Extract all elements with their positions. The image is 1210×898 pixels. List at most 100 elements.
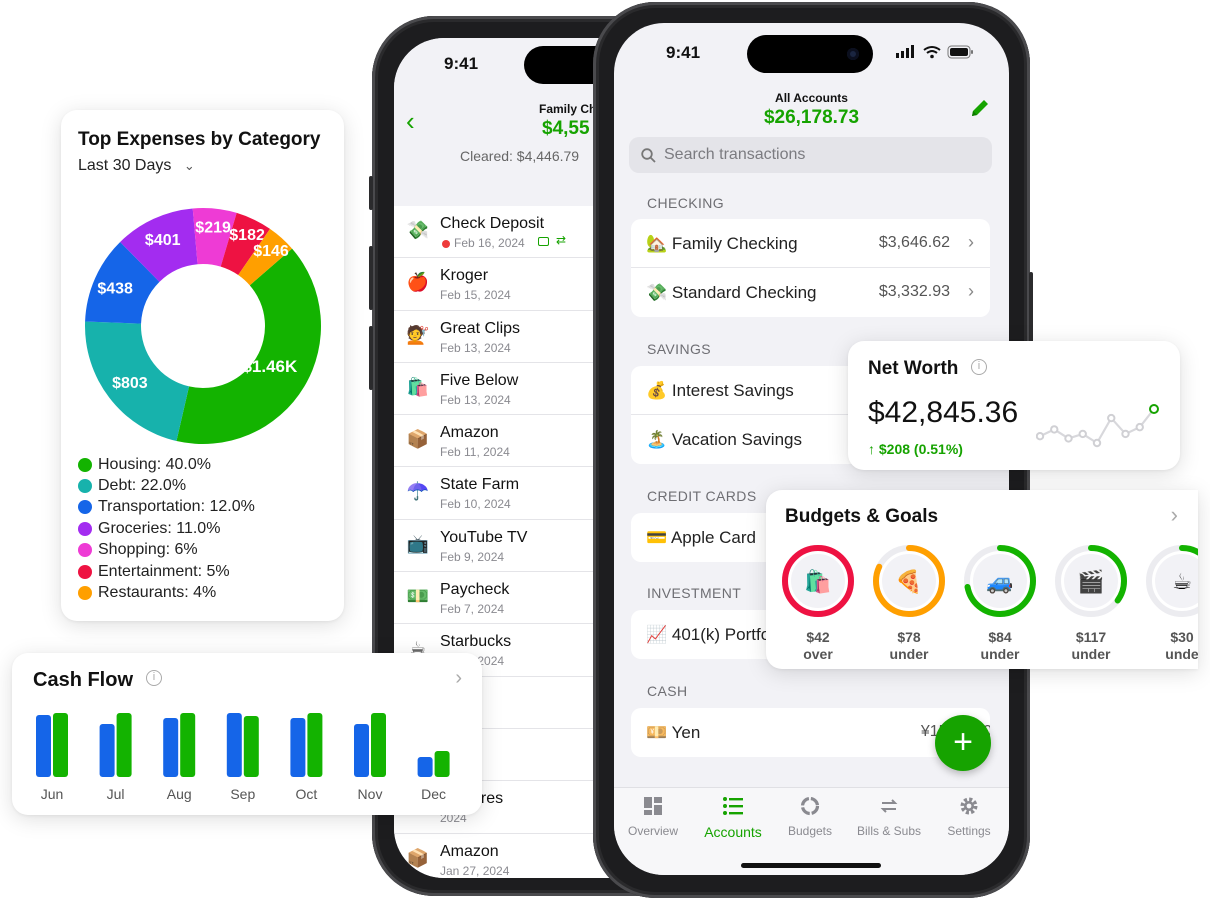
legend-dot: [78, 500, 92, 515]
cash-flow-bar-income: [163, 718, 179, 777]
budget-ring: 🛍️: [782, 545, 854, 617]
budget-item[interactable]: 🛍️ $42 over: [779, 542, 857, 663]
net-worth-sparkline: [1036, 404, 1159, 448]
legend-item: Entertainment: 5%: [78, 561, 255, 582]
dynamic-island: [747, 35, 873, 73]
tab-budgets[interactable]: Budgets: [770, 796, 850, 838]
chevron-right-icon: ›: [968, 281, 974, 301]
donut-label: $438: [97, 280, 133, 297]
transaction-name: Amazon: [440, 424, 499, 442]
month-label: Dec: [421, 786, 446, 802]
repeat-icon: [849, 796, 929, 820]
budget-item[interactable]: 🎬 $117 under: [1052, 542, 1130, 663]
info-icon[interactable]: i: [971, 359, 987, 375]
budget-ring: ☕: [1146, 545, 1198, 617]
camera-icon: [847, 48, 859, 60]
tab-accounts[interactable]: Accounts: [693, 796, 773, 840]
sparkline-point: [1078, 429, 1087, 439]
sparkline-point: [1149, 404, 1159, 414]
cash-flow-chart: Jun Jul Aug Sep Oct Nov Dec: [36, 713, 450, 802]
budget-item[interactable]: ☕ $30 unde: [1143, 542, 1198, 663]
cash-flow-bar-expense: [307, 713, 323, 777]
transaction-name: Starbucks: [440, 633, 512, 651]
cash-flow-bar-expense: [53, 713, 68, 777]
cash-flow-bar-income: [290, 718, 306, 777]
budget-item[interactable]: 🍕 $78 under: [870, 542, 948, 663]
sparkline-point: [1036, 432, 1045, 441]
legend-dot: [78, 543, 92, 558]
search-input[interactable]: Search transactions: [629, 137, 992, 173]
account-title: Family Ch: [539, 102, 597, 116]
budget-emoji-icon: ☕: [1172, 569, 1192, 594]
cash-flow-bar-income: [99, 724, 115, 777]
gear-icon: [929, 796, 1009, 820]
back-chevron-icon[interactable]: ‹: [406, 106, 415, 137]
donut-label: $219: [195, 220, 231, 237]
donut-label: $803: [112, 375, 148, 392]
cleared-balance: Cleared: $4,446.79: [460, 148, 580, 164]
budget-ring-icon: [770, 796, 850, 820]
chevron-right-icon[interactable]: ›: [1171, 502, 1178, 528]
tab-settings[interactable]: Settings: [929, 796, 1009, 838]
edit-pencil-icon[interactable]: [969, 97, 991, 124]
tab-bills-subs[interactable]: Bills & Subs: [849, 796, 929, 838]
budget-amount: $42: [806, 629, 830, 645]
cash-flow-bar-income: [226, 713, 242, 777]
volume-up-button: [369, 246, 373, 310]
overview-icon: [614, 796, 693, 820]
account-balance: $3,646.62: [878, 234, 950, 251]
legend-dot: [78, 479, 92, 494]
budget-status: under: [980, 646, 1020, 662]
legend-label: Debt: 22.0%: [98, 477, 187, 495]
legend-item: Debt: 22.0%: [78, 475, 255, 496]
net-worth-change: ↑ $208 (0.51%): [868, 441, 963, 457]
transaction-name: Check Deposit: [440, 215, 545, 232]
tab-overview[interactable]: Overview: [614, 796, 693, 838]
sparkline-point: [1135, 422, 1144, 432]
account-row[interactable]: 💸 Standard Checking $3,332.93 ›: [631, 268, 990, 317]
chevron-right-icon: ›: [968, 232, 974, 252]
add-transaction-button[interactable]: +: [935, 715, 991, 771]
legend-label: Transportation: 12.0%: [98, 498, 255, 516]
net-worth-title: Net Worth: [868, 358, 959, 379]
legend-label: Shopping: 6%: [98, 541, 198, 559]
section-cash: CASH: [647, 683, 688, 699]
list-icon: [693, 796, 773, 820]
account-name: 💸 Standard Checking: [646, 283, 817, 302]
status-time: 9:41: [666, 43, 701, 62]
cash-flow-card[interactable]: Cash Flow i › Jun Jul Aug Sep Oct Nov Dec: [12, 653, 482, 815]
budget-amount: $117: [1075, 629, 1107, 645]
checking-group: 🏡 Family Checking $3,646.62 › 💸 Standard Ch…: [631, 219, 990, 317]
legend-dot: [78, 586, 92, 601]
donut-label: $1.46K: [242, 357, 298, 376]
net-worth-card[interactable]: Net Worth i $42,845.36 ↑ $208 (0.51%): [848, 341, 1180, 470]
legend-label: Restaurants: 4%: [98, 584, 217, 602]
cash-flow-bar-expense: [434, 751, 450, 777]
legend-label: Groceries: 11.0%: [98, 519, 221, 537]
budgets-title: Budgets & Goals: [785, 506, 939, 527]
donut-label: $182: [229, 227, 265, 244]
budget-item[interactable]: 🚙 $84 under: [961, 542, 1039, 663]
category-emoji-icon: 💸: [406, 220, 430, 240]
category-emoji-icon: 🍎: [406, 272, 430, 293]
period-dropdown[interactable]: Last 30 Days ⌄: [78, 157, 195, 175]
month-label: Jun: [41, 786, 64, 802]
budget-status: over: [803, 646, 833, 662]
transaction-date: Feb 11, 2024: [440, 445, 510, 460]
transaction-name: Paycheck: [440, 581, 510, 599]
cash-flow-bar-income: [36, 715, 51, 777]
repeat-icon: ⇄: [556, 233, 567, 247]
legend-item: Groceries: 11.0%: [78, 518, 255, 539]
net-worth-value: $42,845.36: [868, 396, 1019, 429]
expenses-legend: Housing: 40.0% Debt: 22.0% Transportation:…: [78, 454, 255, 604]
search-placeholder: Search transactions: [664, 146, 806, 163]
cash-flow-bar-expense: [180, 713, 196, 777]
legend-item: Shopping: 6%: [78, 540, 255, 561]
sparkline-point: [1064, 434, 1073, 443]
budgets-goals-card[interactable]: Budgets & Goals › 🛍️ $42 over 🍕 $78 under 🚙 $84…: [766, 490, 1198, 669]
chevron-down-icon: ⌄: [183, 158, 195, 173]
legend-dot: [78, 521, 92, 536]
account-row[interactable]: 🏡 Family Checking $3,646.62 ›: [631, 219, 990, 268]
cash-flow-bar-income: [417, 757, 433, 777]
category-emoji-icon: 📦: [406, 847, 430, 868]
